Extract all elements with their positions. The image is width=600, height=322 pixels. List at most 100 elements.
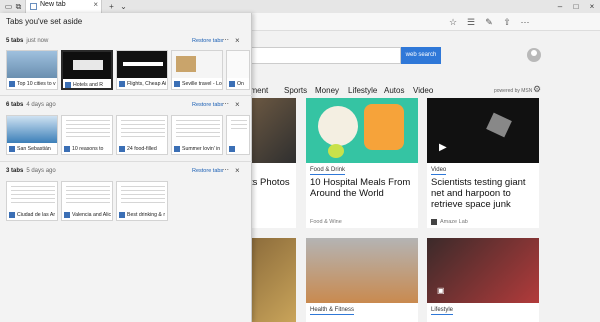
- card-image: [306, 238, 418, 303]
- nav-item-money[interactable]: Money: [315, 86, 339, 95]
- restore-tabs-link[interactable]: Restore tabs: [192, 102, 223, 108]
- group-time: 4 days ago: [26, 102, 56, 108]
- close-window-icon[interactable]: ×: [585, 0, 599, 13]
- divider: [0, 161, 252, 162]
- group-time: 5 days ago: [26, 168, 56, 174]
- saved-tab-thumbnail[interactable]: Valencia and Alic: [61, 181, 113, 221]
- more-icon[interactable]: ⋯: [519, 16, 531, 28]
- page-icon: [119, 212, 125, 218]
- nav-item-video[interactable]: Video: [413, 86, 433, 95]
- nav-item-autos[interactable]: Autos: [384, 86, 404, 95]
- divider: [0, 95, 252, 96]
- news-card[interactable]: Health & Fitness: [306, 238, 418, 322]
- saved-tab-title: Best drinking & r: [127, 212, 166, 218]
- tab-list-chevron-icon[interactable]: ⌄: [118, 1, 129, 12]
- page-icon: [30, 3, 37, 10]
- saved-tab-thumbnail[interactable]: San Sebastián: [6, 115, 58, 155]
- saved-tab-title: San Sebastián: [17, 146, 51, 152]
- nav-item-sports[interactable]: Sports: [284, 86, 307, 95]
- saved-tab-title: Summer lovin' in: [182, 146, 221, 152]
- news-card[interactable]: ▶ Video Scientists testing giant net and…: [427, 98, 539, 228]
- page-icon: [119, 81, 125, 87]
- gear-icon[interactable]: ⚙: [533, 84, 541, 95]
- close-tab-icon[interactable]: ×: [93, 0, 98, 9]
- saved-tab-title: Valencia and Alic: [72, 212, 112, 218]
- page-icon: [64, 212, 70, 218]
- group-header: 5 tabs just now: [6, 38, 48, 44]
- card-image: ▶: [427, 98, 539, 163]
- card-image: ▣: [427, 238, 539, 303]
- card-title: ts Photos: [250, 177, 290, 188]
- nav-item-lifestyle[interactable]: Lifestyle: [348, 86, 377, 95]
- saved-tab-thumbnail[interactable]: Ciudad de las Ar: [6, 181, 58, 221]
- avatar[interactable]: [527, 48, 541, 62]
- saved-tab-title: On: [237, 81, 244, 87]
- more-options-icon[interactable]: ⋯: [222, 166, 229, 174]
- saved-tab-thumbnail[interactable]: [226, 115, 250, 155]
- card-title: Scientists testing giant net and harpoon…: [431, 177, 526, 210]
- favorites-icon[interactable]: ☰: [465, 16, 477, 28]
- new-tab-icon[interactable]: +: [106, 1, 117, 12]
- source-logo-icon: [431, 219, 437, 225]
- card-category: Video: [431, 167, 447, 175]
- group-header: 6 tabs 4 days ago: [6, 102, 56, 108]
- saved-tab-thumbnail[interactable]: Summer lovin' in: [171, 115, 223, 155]
- share-icon[interactable]: ⇧: [501, 16, 513, 28]
- page-icon: [119, 146, 125, 152]
- page-icon: [9, 146, 15, 152]
- card-category: Lifestyle: [431, 307, 454, 315]
- page-icon: [229, 146, 235, 152]
- page-icon: [9, 81, 15, 87]
- browser-window: ▭ ⧉ New tab × + ⌄ – □ × ☆ ☰ ✎ ⇧ ⋯ web se…: [0, 0, 600, 322]
- saved-tab-thumbnail[interactable]: Seville travel - Lo: [171, 50, 223, 90]
- maximize-icon[interactable]: □: [569, 0, 583, 13]
- powered-by: powered by MSN: [494, 88, 533, 94]
- news-card[interactable]: Food & Drink 10 Hospital Meals From Arou…: [306, 98, 418, 228]
- close-group-icon[interactable]: ×: [235, 166, 240, 175]
- more-options-icon[interactable]: ⋯: [222, 100, 229, 108]
- saved-tab-thumbnail[interactable]: Hotels and R: [61, 50, 113, 90]
- saved-tab-title: Top 10 cities to v: [17, 81, 56, 87]
- web-search-button[interactable]: web search: [401, 47, 441, 64]
- card-image: [246, 238, 296, 322]
- page-icon: [174, 146, 180, 152]
- restore-tabs-link[interactable]: Restore tabs: [192, 168, 223, 174]
- group-time: just now: [26, 38, 49, 44]
- close-group-icon[interactable]: ×: [235, 36, 240, 45]
- play-icon[interactable]: ▶: [439, 142, 447, 153]
- card-source: Food & Wine: [310, 219, 342, 225]
- card-image: [306, 98, 418, 163]
- saved-tab-thumbnail[interactable]: Flights, Cheap Ai: [116, 50, 168, 90]
- card-category: Health & Fitness: [310, 307, 355, 315]
- page-icon: [64, 146, 70, 152]
- group-count: 6 tabs: [6, 102, 24, 108]
- saved-tab-thumbnail[interactable]: Top 10 cities to v: [6, 50, 58, 90]
- minimize-icon[interactable]: –: [553, 0, 567, 13]
- saved-tab-title: Flights, Cheap Ai: [127, 81, 167, 87]
- group-count: 3 tabs: [6, 168, 24, 174]
- card-source: Amaze Lab: [440, 219, 468, 225]
- news-card[interactable]: ▣ Lifestyle: [427, 238, 539, 322]
- news-card[interactable]: ts Photos: [246, 98, 296, 228]
- restore-tabs-link[interactable]: Restore tabs: [192, 38, 223, 44]
- camera-icon: ▣: [437, 286, 445, 295]
- page-icon: [174, 81, 180, 87]
- card-image: [246, 98, 296, 163]
- close-group-icon[interactable]: ×: [235, 100, 240, 109]
- saved-tab-title: Ciudad de las Ar: [17, 212, 56, 218]
- saved-tab-title: 24 food-filled: [127, 146, 157, 152]
- tab-new-tab[interactable]: New tab ×: [25, 0, 102, 13]
- search-input[interactable]: [246, 47, 401, 64]
- more-options-icon[interactable]: ⋯: [222, 36, 229, 44]
- reading-view-icon[interactable]: ☆: [447, 16, 459, 28]
- card-category: Food & Drink: [310, 167, 346, 175]
- saved-tab-thumbnail[interactable]: On: [226, 50, 250, 90]
- saved-tab-thumbnail[interactable]: Best drinking & r: [116, 181, 168, 221]
- news-card[interactable]: [246, 238, 296, 322]
- saved-tab-thumbnail[interactable]: 10 reasons to: [61, 115, 113, 155]
- card-title: 10 Hospital Meals From Around the World: [310, 177, 411, 199]
- set-aside-icon[interactable]: ⧉: [13, 1, 24, 12]
- saved-tab-thumbnail[interactable]: 24 food-filled: [116, 115, 168, 155]
- pen-icon[interactable]: ✎: [483, 16, 495, 28]
- tab-label: New tab: [40, 1, 66, 8]
